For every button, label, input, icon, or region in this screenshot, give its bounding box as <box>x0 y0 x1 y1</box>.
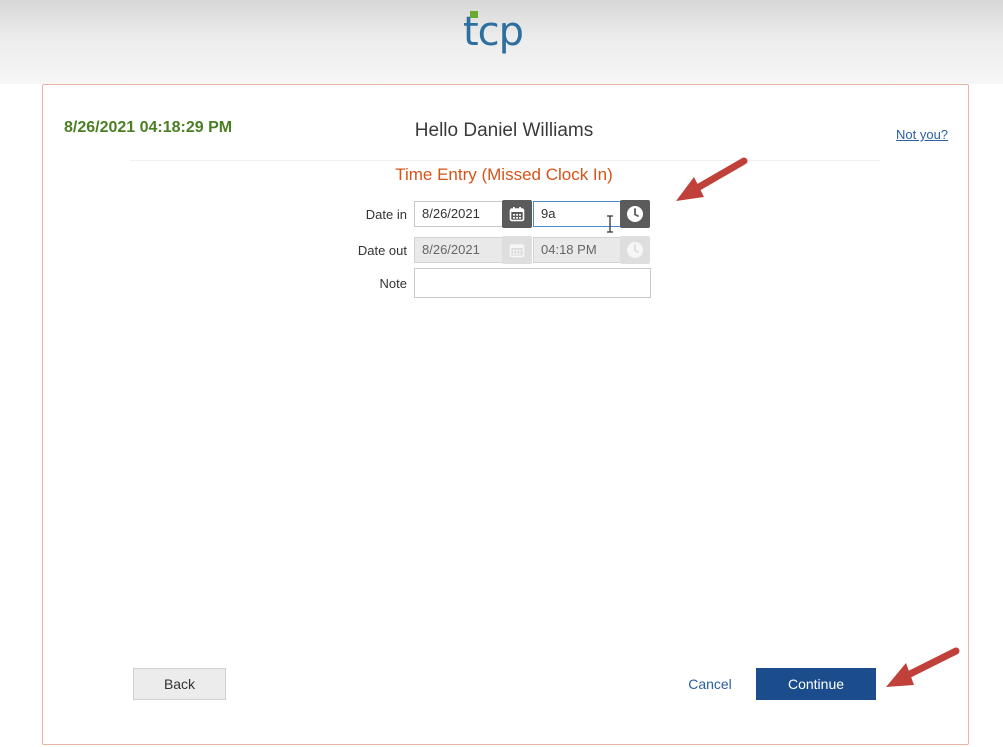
note-label: Note <box>379 276 407 291</box>
text-cursor-icon <box>607 215 613 233</box>
date-out-calendar-button <box>502 236 532 264</box>
app-header: tcp <box>0 0 1003 84</box>
date-out-date-input: 8/26/2021 <box>414 237 503 263</box>
logo-accent <box>470 11 478 18</box>
current-datetime: 8/26/2021 04:18:29 PM <box>64 119 233 136</box>
annotation-arrow-icon <box>676 157 748 201</box>
continue-button[interactable]: Continue <box>756 668 876 700</box>
not-you-link[interactable]: Not you? <box>896 127 948 142</box>
clock-icon <box>627 206 643 222</box>
section-title: Time Entry (Missed Clock In) <box>395 165 613 184</box>
date-in-calendar-button[interactable] <box>502 200 532 228</box>
divider <box>130 160 880 161</box>
note-input[interactable] <box>414 268 651 298</box>
clock-icon <box>627 242 643 258</box>
calendar-icon <box>509 244 525 258</box>
date-out-label: Date out <box>357 243 407 258</box>
tcp-logo: tcp <box>463 2 524 62</box>
annotation-arrow-icon <box>886 647 960 687</box>
date-in-label: Date in <box>365 207 407 222</box>
cancel-button[interactable]: Cancel <box>680 676 740 692</box>
calendar-icon <box>509 207 525 222</box>
date-in-date-input[interactable]: 8/26/2021 <box>414 201 503 227</box>
date-in-clock-button[interactable] <box>620 200 650 228</box>
back-button[interactable]: Back <box>133 668 226 700</box>
greeting-title: Hello Daniel Williams <box>414 120 594 141</box>
date-out-time-input: 04:18 PM <box>533 237 621 263</box>
date-out-clock-button <box>620 236 650 264</box>
